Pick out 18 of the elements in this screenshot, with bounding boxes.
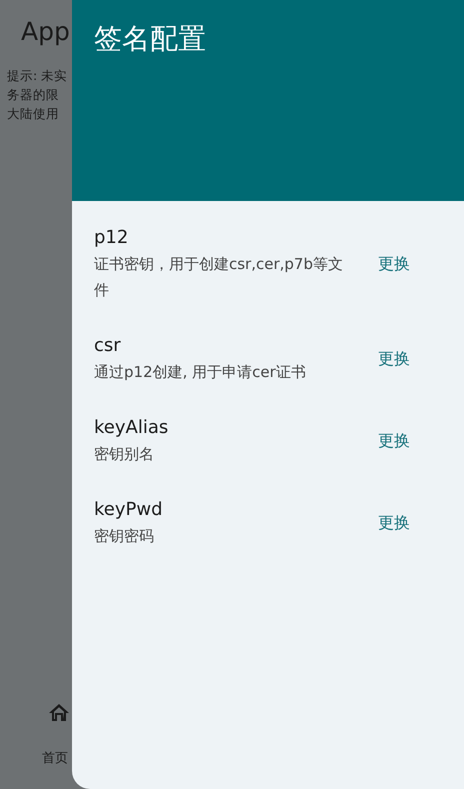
hint-text: 大陆使用 (7, 105, 60, 123)
replace-button[interactable]: 更换 (374, 342, 414, 376)
item-title: p12 (94, 226, 130, 250)
hint-text: 提示: 未实 (7, 67, 68, 85)
replace-button[interactable]: 更换 (374, 424, 414, 458)
nav-item[interactable]: 首页 (0, 689, 71, 789)
item-title: keyAlias (94, 416, 170, 440)
hint-text: 务器的限 (7, 86, 60, 104)
drawer-title: 签名配置 (94, 22, 206, 55)
item-description: 证书密钥，用于创建csr,cer,p7b等文件 (94, 254, 344, 301)
item-title: csr (94, 334, 122, 358)
item-title: keyPwd (94, 498, 164, 522)
replace-button[interactable]: 更换 (374, 248, 414, 280)
replace-button[interactable]: 更换 (374, 506, 414, 540)
item-description: 密钥别名 (94, 444, 155, 465)
item-description: 密钥密码 (94, 526, 155, 547)
item-description: 通过p12创建, 用于申请cer证书 (94, 362, 307, 383)
app-title: App (21, 17, 71, 46)
